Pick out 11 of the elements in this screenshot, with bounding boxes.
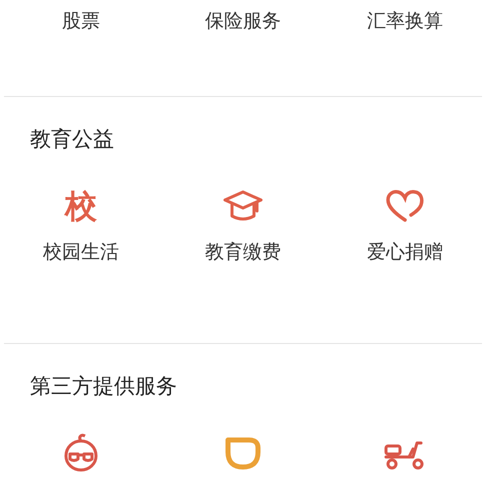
service-label[interactable]: 股票 [62, 6, 100, 36]
service-label[interactable]: 教育缴费 [205, 238, 281, 266]
section-title: 教育公益 [29, 126, 115, 153]
service-label[interactable]: 保险服务 [205, 6, 281, 36]
graduation-cap-icon [223, 189, 263, 223]
school-glyph-icon: 校 [65, 188, 97, 224]
service-label[interactable]: 校园生活 [43, 238, 119, 266]
service-label[interactable]: 汇率换算 [367, 6, 443, 36]
section-title: 第三方提供服务 [29, 373, 178, 400]
service-label[interactable]: 爱心捐赠 [367, 238, 443, 266]
cup-logo-icon [223, 435, 263, 471]
